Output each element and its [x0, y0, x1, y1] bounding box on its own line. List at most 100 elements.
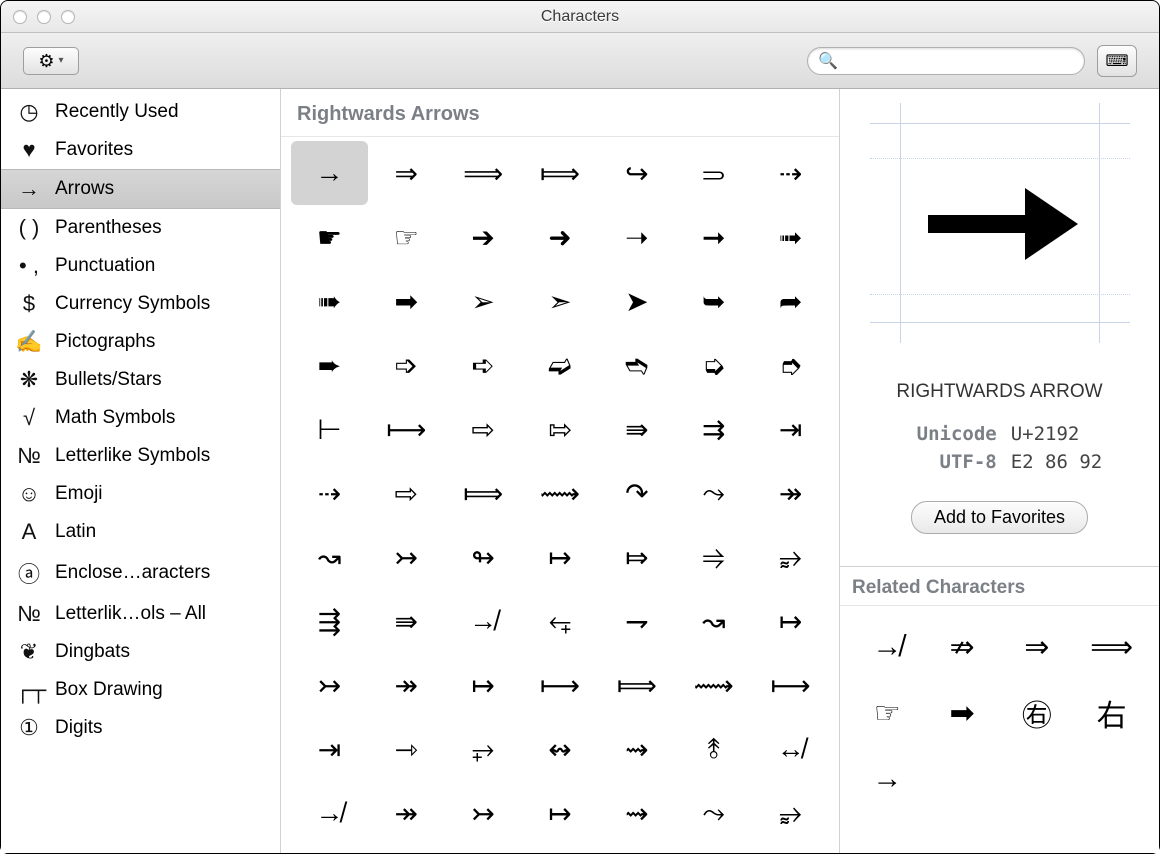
- character-cell[interactable]: ⇉: [675, 397, 752, 461]
- related-cell[interactable]: ☞: [850, 680, 925, 746]
- sidebar-item[interactable]: √Math Symbols: [1, 399, 280, 437]
- sidebar-item[interactable]: ◷Recently Used: [1, 93, 280, 131]
- character-cell[interactable]: ⤳: [675, 781, 752, 845]
- search-input[interactable]: [844, 53, 1074, 69]
- action-menu-button[interactable]: ⚙ ▾: [23, 47, 79, 75]
- character-cell[interactable]: ➢: [445, 269, 522, 333]
- related-cell[interactable]: ㊨: [1000, 680, 1075, 746]
- character-cell[interactable]: ⟼: [368, 397, 445, 461]
- character-cell[interactable]: ⇁: [598, 589, 675, 653]
- character-cell[interactable]: ⥵: [752, 781, 829, 845]
- character-cell[interactable]: ➡: [368, 269, 445, 333]
- character-cell[interactable]: ☛: [291, 205, 368, 269]
- character-cell[interactable]: ⤳: [675, 461, 752, 525]
- character-cell[interactable]: ↦: [522, 525, 599, 589]
- sidebar-item[interactable]: №Letterlike Symbols: [1, 437, 280, 475]
- character-cell[interactable]: ↠: [752, 461, 829, 525]
- character-cell[interactable]: ⟼: [522, 653, 599, 717]
- character-cell[interactable]: ⊢: [291, 397, 368, 461]
- character-cell[interactable]: ↛: [291, 781, 368, 845]
- character-cell[interactable]: ➝: [598, 205, 675, 269]
- character-cell[interactable]: ➮: [752, 333, 829, 397]
- character-cell[interactable]: ↝: [291, 525, 368, 589]
- character-cell[interactable]: ↝: [675, 589, 752, 653]
- character-cell[interactable]: ⇨: [368, 461, 445, 525]
- sidebar-item[interactable]: ①Digits: [1, 709, 280, 747]
- character-cell[interactable]: ↪: [598, 141, 675, 205]
- character-cell[interactable]: ⥉: [675, 717, 752, 781]
- character-cell[interactable]: ↷: [598, 461, 675, 525]
- character-cell[interactable]: ➬: [598, 333, 675, 397]
- character-cell[interactable]: ↛: [445, 589, 522, 653]
- sidebar-item[interactable]: №Letterlik…ols – All: [1, 595, 280, 633]
- character-cell[interactable]: ➜: [522, 205, 599, 269]
- character-cell[interactable]: ➠: [291, 269, 368, 333]
- sidebar-item[interactable]: ❋Bullets/Stars: [1, 361, 280, 399]
- character-cell[interactable]: ➔: [445, 205, 522, 269]
- character-cell[interactable]: ⟾: [598, 653, 675, 717]
- character-cell[interactable]: ⥤: [675, 525, 752, 589]
- character-cell[interactable]: ⇥: [752, 397, 829, 461]
- character-cell[interactable]: ⟹: [445, 141, 522, 205]
- character-cell[interactable]: ↦: [522, 781, 599, 845]
- sidebar-item[interactable]: ( )Parentheses: [1, 209, 280, 247]
- sidebar-item[interactable]: ALatin: [1, 513, 280, 551]
- related-cell[interactable]: 右: [1074, 680, 1149, 746]
- character-cell[interactable]: ⇰: [522, 397, 599, 461]
- character-cell[interactable]: ➩: [368, 333, 445, 397]
- sidebar-item[interactable]: ♥Favorites: [1, 131, 280, 169]
- character-cell[interactable]: ⇾: [368, 717, 445, 781]
- add-to-favorites-button[interactable]: Add to Favorites: [911, 501, 1088, 534]
- character-cell[interactable]: ➦: [752, 269, 829, 333]
- character-cell[interactable]: ➣: [522, 269, 599, 333]
- character-cell[interactable]: ⥵: [752, 525, 829, 589]
- character-cell[interactable]: ⟾: [522, 141, 599, 205]
- character-cell[interactable]: ➨: [291, 333, 368, 397]
- related-cell[interactable]: ⟹: [1074, 614, 1149, 680]
- character-grid[interactable]: →⇒⟹⟾↪⥰⇢☛☞➔➜➝➞➟➠➡➢➣➤➥➦➨➩➪➫➬➭➮⊢⟼⇨⇰⇛⇉⇥⇢⇨⟾⟿↷…: [281, 137, 839, 853]
- character-cell[interactable]: ⇥: [291, 717, 368, 781]
- character-cell[interactable]: ↭: [522, 717, 599, 781]
- sidebar-item[interactable]: ⓐEnclose…aracters: [1, 551, 280, 595]
- character-cell[interactable]: ⇢: [291, 461, 368, 525]
- character-cell[interactable]: ⟿: [675, 653, 752, 717]
- sidebar-item[interactable]: ☺Emoji: [1, 475, 280, 513]
- character-cell[interactable]: ↣: [445, 781, 522, 845]
- character-cell[interactable]: ➥: [675, 269, 752, 333]
- character-cell[interactable]: →: [291, 141, 368, 205]
- character-cell[interactable]: ↦: [752, 589, 829, 653]
- character-cell[interactable]: ↠: [368, 781, 445, 845]
- character-cell[interactable]: ↣: [291, 653, 368, 717]
- sidebar-item[interactable]: • ,Punctuation: [1, 247, 280, 285]
- character-cell[interactable]: ⇶: [291, 589, 368, 653]
- character-cell[interactable]: ⇒: [368, 141, 445, 205]
- search-field[interactable]: 🔍: [807, 47, 1085, 75]
- character-cell[interactable]: ⇛: [368, 589, 445, 653]
- character-cell[interactable]: ↦: [445, 653, 522, 717]
- character-cell[interactable]: ➤: [598, 269, 675, 333]
- character-cell[interactable]: ⟼: [752, 653, 829, 717]
- related-cell[interactable]: ⇒: [1000, 614, 1075, 680]
- character-cell[interactable]: ⥅: [445, 717, 522, 781]
- character-cell[interactable]: ➞: [675, 205, 752, 269]
- character-cell[interactable]: ➫: [522, 333, 599, 397]
- toggle-view-button[interactable]: ⌨︎: [1097, 45, 1137, 77]
- character-cell[interactable]: ↣: [368, 525, 445, 589]
- related-cell[interactable]: ⇏: [925, 614, 1000, 680]
- sidebar-item[interactable]: →Arrows: [1, 169, 280, 209]
- sidebar[interactable]: ◷Recently Used♥Favorites→Arrows( )Parent…: [1, 89, 281, 853]
- character-cell[interactable]: ⇝: [598, 717, 675, 781]
- related-cell[interactable]: ↛: [850, 614, 925, 680]
- character-cell[interactable]: ⇛: [598, 397, 675, 461]
- sidebar-item[interactable]: ┌┬Box Drawing: [1, 671, 280, 709]
- character-cell[interactable]: ⟾: [445, 461, 522, 525]
- character-cell[interactable]: ⇝: [598, 781, 675, 845]
- character-cell[interactable]: ↮: [752, 717, 829, 781]
- character-cell[interactable]: ➭: [675, 333, 752, 397]
- character-cell[interactable]: ⇨: [445, 397, 522, 461]
- related-grid[interactable]: ↛⇏⇒⟹☞➡㊨右→: [840, 606, 1159, 832]
- related-cell[interactable]: →: [850, 746, 925, 812]
- character-cell[interactable]: ↠: [368, 653, 445, 717]
- character-cell[interactable]: ➟: [752, 205, 829, 269]
- character-cell[interactable]: ⥆: [522, 589, 599, 653]
